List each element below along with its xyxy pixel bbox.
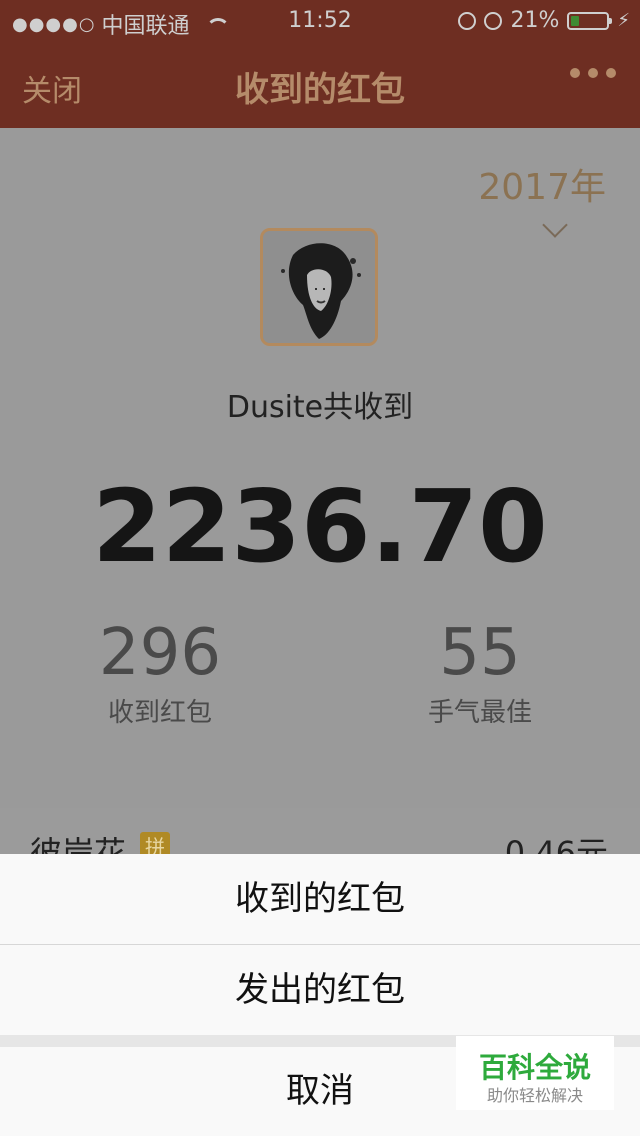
received-by-user-text: Dusite共收到 bbox=[226, 390, 414, 425]
battery-icon bbox=[567, 11, 613, 30]
best-luck-stat: 55 手气最佳 bbox=[360, 616, 600, 729]
sender-name: 彼岸花 bbox=[30, 834, 127, 854]
status-bar: ●●●●○ 中国联通 11:52 21% ⚡ bbox=[0, 0, 640, 40]
received-count: 296 bbox=[98, 616, 222, 690]
chevron-down-icon[interactable] bbox=[542, 212, 568, 238]
watermark-subtitle: 助你轻松解决 bbox=[486, 1086, 583, 1105]
more-icon[interactable] bbox=[570, 68, 616, 78]
page-title: 收到的红包 bbox=[235, 70, 405, 110]
orientation-lock-icon bbox=[458, 11, 477, 30]
sent-envelopes-option[interactable]: 发出的红包 bbox=[0, 945, 640, 1035]
charging-icon: ⚡ bbox=[617, 10, 630, 31]
watermark-title: 百科全说 bbox=[478, 1051, 591, 1084]
list-amount: 0.46元 bbox=[504, 834, 608, 854]
received-count-stat: 296 收到红包 bbox=[40, 616, 280, 729]
group-badge: 拼 bbox=[140, 832, 170, 854]
list-item[interactable]: 彼岸花 拼 0.46元 bbox=[0, 808, 640, 854]
total-amount: 2236.70 bbox=[92, 468, 548, 585]
nav-bar: 关闭 收到的红包 bbox=[0, 40, 640, 128]
best-luck-count: 55 bbox=[439, 616, 521, 690]
avatar-portrait-image bbox=[263, 231, 375, 343]
received-envelopes-option[interactable]: 收到的红包 bbox=[0, 854, 640, 945]
battery-percent: 21% bbox=[510, 8, 560, 33]
avatar bbox=[260, 228, 378, 346]
watermark-logo: 百科全说 助你轻松解决 bbox=[456, 1036, 614, 1110]
summary-panel: 2017年 Dusite共收到 2236.70 296 收到红包 55 手气最佳 bbox=[0, 128, 640, 808]
status-right: 21% ⚡ bbox=[458, 8, 630, 33]
received-label: 收到红包 bbox=[107, 698, 212, 728]
best-luck-label: 手气最佳 bbox=[427, 698, 532, 728]
alarm-icon bbox=[484, 11, 503, 30]
year-selector[interactable]: 2017年 bbox=[478, 158, 606, 210]
